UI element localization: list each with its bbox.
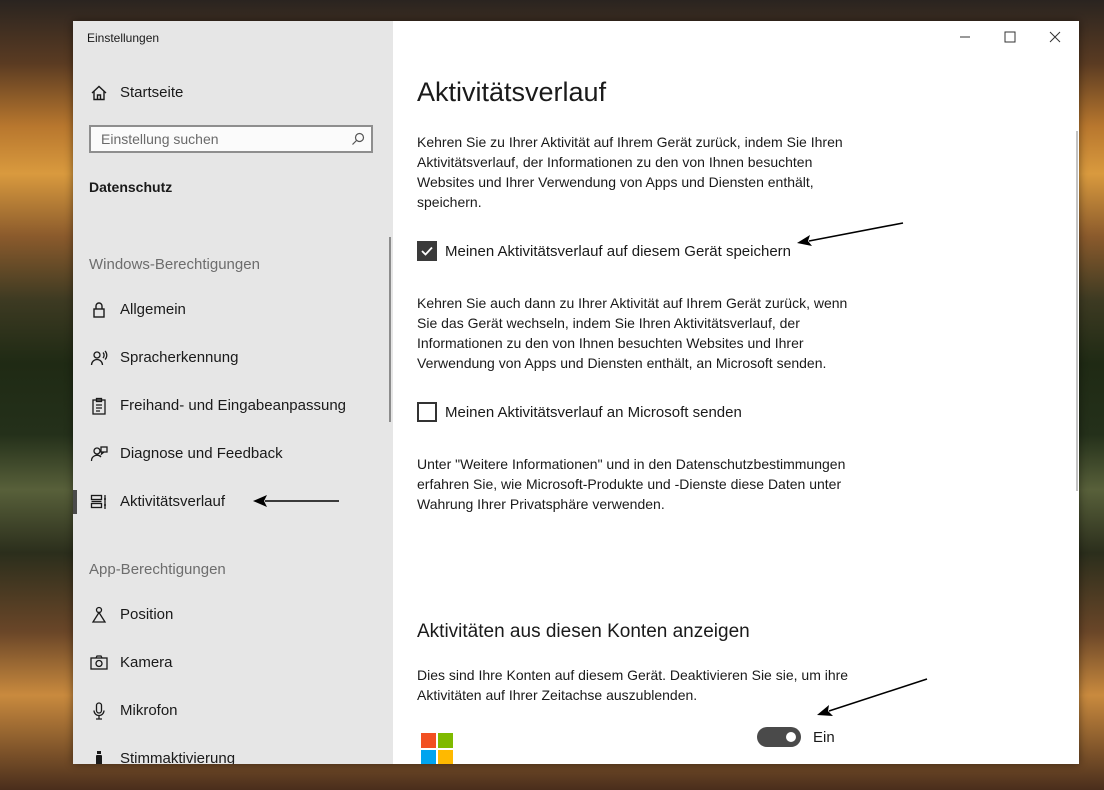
checkmark-icon (421, 246, 433, 256)
store-history-label: Meinen Aktivitätsverlauf auf diesem Gerä… (445, 242, 792, 260)
sidebar-item-kamera[interactable]: Kamera (73, 643, 393, 683)
sidebar-item-label: Allgemein (120, 301, 186, 318)
sidebar-item-label: Diagnose und Feedback (120, 445, 283, 462)
sidebar-item-stimmaktivierung[interactable]: Stimmaktivierung (73, 739, 393, 764)
sidebar-item-label: Mikrofon (120, 702, 178, 719)
voice-activation-icon (96, 751, 102, 764)
activity-history-icon (90, 494, 106, 509)
microphone-icon (93, 702, 105, 720)
settings-window: Einstellungen Startseite Datenschutz Win… (73, 21, 1079, 764)
location-icon (91, 606, 107, 623)
account-toggle[interactable] (757, 727, 801, 747)
privacy-info-text: Unter "Weitere Informationen" und in den… (417, 456, 846, 512)
store-history-checkbox[interactable] (417, 241, 437, 261)
feedback-icon (90, 446, 108, 462)
maximize-icon[interactable] (1000, 27, 1020, 47)
sidebar-item-label: Kamera (120, 654, 173, 671)
send-history-checkbox[interactable] (417, 402, 437, 422)
group-heading-apps: App-Berechtigungen (89, 561, 226, 578)
close-icon[interactable] (1045, 27, 1065, 47)
lock-icon (93, 302, 105, 318)
accounts-description: Dies sind Ihre Konten auf diesem Gerät. … (417, 667, 849, 703)
sidebar-item-home[interactable]: Startseite (73, 73, 393, 113)
send-history-option[interactable]: Meinen Aktivitätsverlauf an Microsoft se… (417, 400, 742, 424)
annotation-arrow-icon (817, 678, 928, 716)
sidebar-item-position[interactable]: Position (73, 595, 393, 635)
camera-icon (90, 655, 108, 670)
sidebar-item-label: Spracherkennung (120, 349, 239, 366)
sidebar-item-label: Startseite (120, 84, 184, 101)
sidebar-item-mikrofon[interactable]: Mikrofon (73, 691, 393, 731)
main-scrollbar[interactable] (1076, 131, 1078, 491)
search-box[interactable] (89, 125, 373, 153)
sidebar-item-label: Aktivitätsverlauf (120, 493, 226, 510)
account-toggle-label: Ein (813, 729, 835, 746)
group-heading-windows: Windows-Berechtigungen (89, 256, 260, 273)
minimize-icon[interactable] (955, 27, 975, 47)
sidebar-item-diagnose[interactable]: Diagnose und Feedback (73, 434, 393, 474)
send-history-label: Meinen Aktivitätsverlauf an Microsoft se… (445, 403, 742, 421)
sidebar-item-spracherkennung[interactable]: Spracherkennung (73, 338, 393, 378)
store-history-option[interactable]: Meinen Aktivitätsverlauf auf diesem Gerä… (417, 239, 791, 263)
speech-icon (90, 350, 108, 366)
sidebar-item-aktivitaetsverlauf[interactable]: Aktivitätsverlauf (73, 482, 393, 522)
accounts-heading: Aktivitäten aus diesen Konten anzeigen (417, 621, 750, 642)
sidebar: Einstellungen Startseite Datenschutz Win… (73, 21, 393, 764)
send-info-text: Kehren Sie auch dann zu Ihrer Aktivität … (417, 295, 848, 371)
toggle-knob (786, 732, 796, 742)
sidebar-item-label: Freihand- und Eingabeanpassung (120, 397, 347, 414)
clipboard-icon (92, 397, 106, 415)
main-content: Aktivitätsverlauf Kehren Sie zu Ihrer Ak… (393, 21, 1079, 764)
search-icon[interactable] (351, 132, 365, 146)
sidebar-item-label: Stimmaktivierung (120, 750, 236, 764)
home-icon (91, 85, 107, 101)
sidebar-item-freihand[interactable]: Freihand- und Eingabeanpassung (73, 386, 393, 426)
intro-text: Kehren Sie zu Ihrer Aktivität auf Ihrem … (417, 134, 843, 210)
page-title: Aktivitätsverlauf (417, 77, 607, 107)
app-title: Einstellungen (87, 31, 160, 45)
annotation-arrow-icon (253, 495, 339, 507)
sidebar-item-allgemein[interactable]: Allgemein (73, 290, 393, 330)
sidebar-scrollbar[interactable] (389, 237, 391, 422)
sidebar-item-label: Position (120, 606, 174, 623)
microsoft-logo-icon (421, 733, 453, 764)
category-title: Datenschutz (89, 179, 173, 195)
search-input[interactable] (91, 127, 341, 151)
annotation-arrow-icon (797, 222, 904, 246)
